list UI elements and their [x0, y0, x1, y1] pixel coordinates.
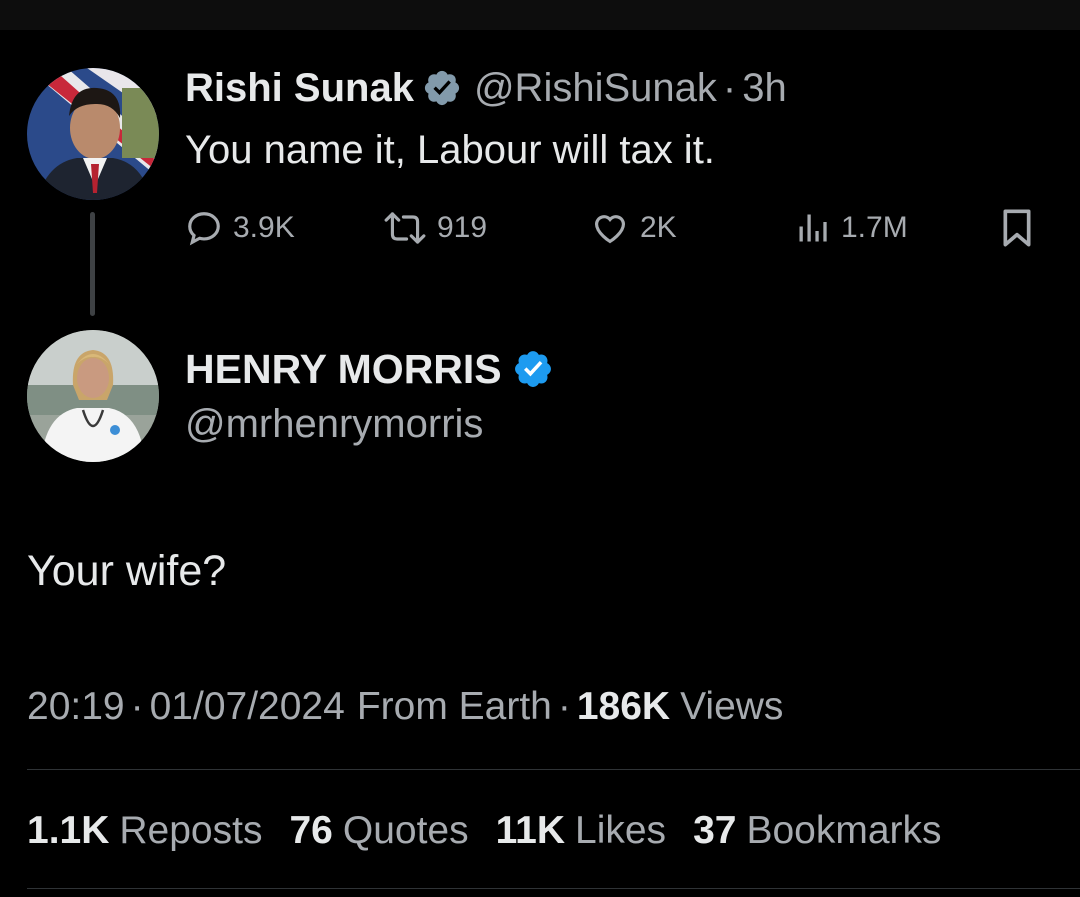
tweet-time[interactable]: 20:19 [27, 680, 125, 734]
author-name[interactable]: Rishi Sunak [185, 62, 414, 114]
reply-tweet-text: Your wife? [27, 547, 227, 595]
avatar-rishi-sunak[interactable] [27, 68, 159, 200]
reply-tweet-header: HENRY MORRIS [185, 342, 554, 396]
author-handle[interactable]: @RishiSunak [474, 62, 717, 114]
stat-reposts[interactable]: 1.1K Reposts [27, 804, 262, 858]
parent-tweet-text: You name it, Labour will tax it. [185, 128, 715, 172]
stat-label: Quotes [342, 809, 469, 852]
stat-label: Bookmarks [746, 809, 942, 852]
stat-count: 37 [693, 809, 737, 852]
bookmark-icon [1003, 209, 1031, 247]
reply-button[interactable]: 3.9K [185, 202, 295, 254]
views-label: Views [680, 685, 784, 728]
repost-icon [384, 212, 426, 244]
separator-dot: · [722, 66, 737, 110]
stat-quotes[interactable]: 76 Quotes [289, 804, 468, 858]
divider [27, 888, 1080, 889]
parent-tweet-actions: 3.9K 919 2K 1.7M [185, 202, 1045, 254]
bookmark-button[interactable] [997, 202, 1047, 254]
reply-icon [188, 212, 220, 246]
verified-gray-badge-icon [422, 68, 462, 108]
parent-tweet-header: Rishi Sunak @RishiSunak · 3h [185, 62, 787, 114]
views-count: 186K [576, 685, 671, 728]
thread-connector-line [90, 212, 95, 316]
like-count: 2K [640, 211, 677, 244]
reply-count: 3.9K [233, 211, 295, 244]
bar-chart-icon [799, 214, 827, 242]
author-name[interactable]: HENRY MORRIS [185, 342, 502, 396]
stat-count: 11K [495, 809, 566, 852]
stat-likes[interactable]: 11K Likes [496, 804, 666, 858]
stat-label: Likes [575, 809, 667, 852]
repost-count: 919 [437, 211, 488, 244]
tweet-meta: 20:19 · 01/07/2024 From Earth · 186K Vie… [27, 680, 783, 734]
views-button[interactable]: 1.7M [795, 202, 908, 254]
divider [27, 769, 1080, 770]
verified-blue-badge-icon [512, 348, 554, 390]
engagement-stats: 1.1K Reposts 76 Quotes 11K Likes 37 Book… [27, 804, 942, 858]
separator-dot: · [130, 685, 144, 728]
views-count: 1.7M [841, 211, 908, 244]
like-button[interactable]: 2K [590, 202, 677, 254]
tweet-source: From Earth [356, 685, 552, 728]
stat-count: 1.1K [27, 809, 110, 852]
stat-label: Reposts [119, 809, 263, 852]
stat-bookmarks[interactable]: 37 Bookmarks [693, 804, 941, 858]
avatar-henry-morris[interactable] [27, 330, 159, 462]
status-bar-strip [0, 0, 1080, 30]
tweet-time-ago[interactable]: 3h [742, 62, 787, 114]
author-handle[interactable]: @mrhenrymorris [185, 398, 483, 450]
stat-count: 76 [289, 809, 333, 852]
heart-icon [594, 215, 626, 244]
repost-button[interactable]: 919 [383, 202, 487, 254]
separator-dot: · [557, 685, 571, 728]
tweet-date[interactable]: 01/07/2024 [150, 680, 345, 734]
